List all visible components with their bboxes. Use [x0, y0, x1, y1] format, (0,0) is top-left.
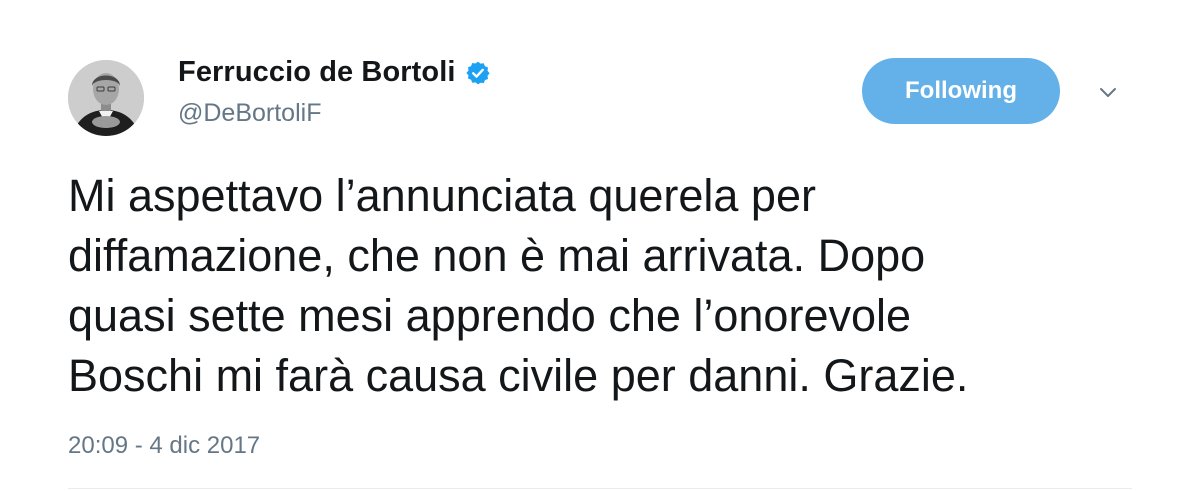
tweet-timestamp[interactable]: 20:09 - 4 dic 2017 [68, 432, 260, 460]
author-display-name[interactable]: Ferruccio de Bortoli [178, 56, 456, 89]
following-button[interactable]: Following [862, 58, 1060, 124]
verified-badge-icon [465, 60, 491, 86]
divider [68, 488, 1132, 489]
tweet-card: Ferruccio de Bortoli @DeBortoliF Followi… [0, 0, 1200, 491]
author-handle[interactable]: @DeBortoliF [178, 99, 321, 128]
profile-photo-icon [68, 60, 144, 136]
avatar[interactable] [68, 60, 144, 136]
chevron-down-icon[interactable] [1094, 80, 1122, 104]
author-name-row[interactable]: Ferruccio de Bortoli [178, 56, 491, 89]
tweet-text: Mi aspettavo l’annunciata querela per di… [68, 170, 969, 401]
